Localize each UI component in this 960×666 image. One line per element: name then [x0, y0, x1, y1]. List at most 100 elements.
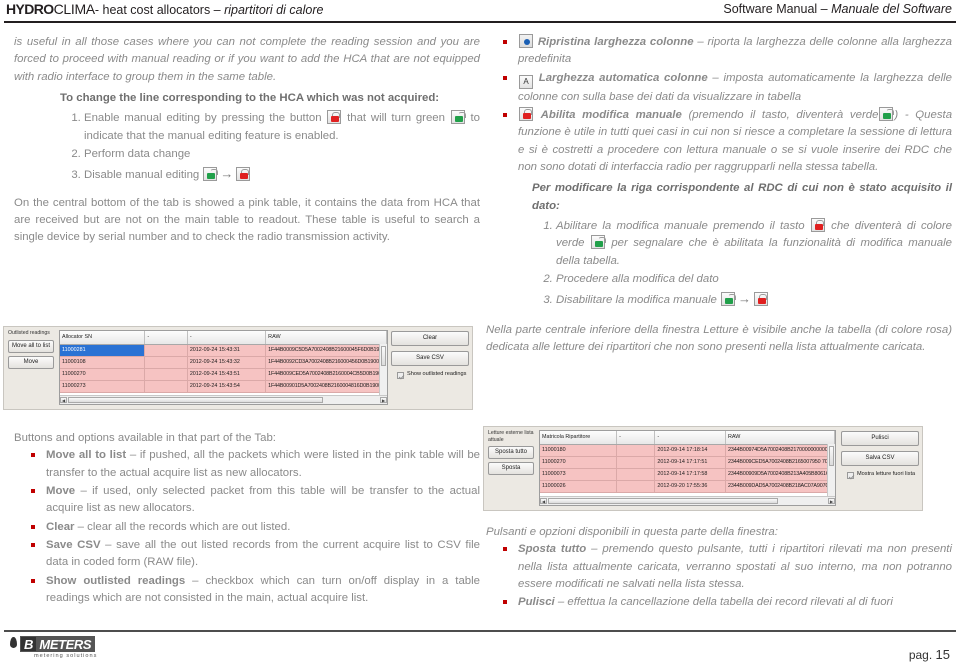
left-buttons-section: Buttons and options available in that pa…	[14, 430, 480, 608]
table-row[interactable]: 11000073 2012-09-14 17:17:58 2344B00909D…	[540, 468, 835, 481]
shot-it-salva-csv-button[interactable]: Salva CSV	[841, 451, 919, 467]
logo-meters-text: METERS	[36, 637, 95, 652]
scroll-right-arrow-icon[interactable]: ▶	[828, 498, 835, 504]
right-column: Ripristina larghezza colonne – riporta l…	[486, 34, 952, 356]
header-brand-tail: - heat cost allocators –	[94, 3, 225, 17]
scroll-left-arrow-icon[interactable]: ◀	[540, 498, 547, 504]
right-step-1-part-a: Abilitare la modifica manuale premendo i…	[556, 219, 805, 232]
auto-column-width-icon: A	[519, 74, 533, 89]
shot-en-save-csv-button[interactable]: Save CSV	[391, 351, 469, 367]
right-steps-list: Abilitare la modifica manuale premendo i…	[486, 217, 952, 310]
arrow-right-icon: →	[737, 291, 751, 307]
left-step-1-part-a: Enable manual editing by pressing the bu…	[84, 112, 322, 125]
shot-it-cell-blank1	[616, 468, 656, 481]
shot-it-cell-sn: 11000270	[540, 456, 618, 469]
list-item: Pulisci – effettua la cancellazione dell…	[486, 594, 952, 611]
page-number: pag. 15	[909, 647, 950, 662]
right-step-3: Disabilitare la modifica manuale →	[556, 289, 952, 309]
shot-it-cell-raw: 2344B00974D5A7002408B2170000000000000000…	[725, 444, 835, 457]
shot-en-header-row: Allocator SN - - RAW	[60, 331, 387, 345]
shot-en-checkbox-label: Show outlisted readings	[407, 371, 467, 378]
shot-it-cell-raw: 2344B00909D5A7002408B213A405B8061C070000…	[725, 468, 835, 481]
list-item: Move – if used, only selected packet fro…	[14, 483, 480, 518]
header-divider	[4, 21, 956, 23]
page-number-prefix: pag.	[908, 648, 936, 662]
list-item: A Larghezza automatica colonne – imposta…	[486, 70, 952, 106]
logo-drop-icon	[10, 637, 17, 648]
shot-it-col-blank1[interactable]: -	[616, 431, 656, 445]
checkbox-checked-icon[interactable]	[397, 372, 404, 380]
shot-it-cell-datetime: 2012-09-14 17:17:58	[654, 468, 727, 481]
table-row[interactable]: 11000026 2012-09-20 17:55:36 2344B009DAD…	[540, 480, 835, 493]
shot-en-clear-button[interactable]: Clear	[391, 331, 469, 347]
shot-en-side-label: Outlisted readings	[8, 330, 50, 336]
list-item: Sposta tutto – premendo questo pulsante,…	[486, 541, 952, 593]
right-howto-title: Per modificare la riga corrispondente al…	[532, 182, 952, 212]
shot-it-grid[interactable]: Matricola Ripartitore - - RAW 11000180 2…	[539, 430, 836, 506]
shot-it-cell-datetime: 2012-09-14 17:18:14	[654, 444, 727, 457]
table-row[interactable]: 11000281 2012-09-24 15:43:31 1F44B0009C5…	[60, 344, 387, 357]
shot-en-cell-blank1	[144, 380, 188, 393]
list-item: Abilita modifica manuale (premendo il ta…	[486, 106, 952, 176]
left-step-1: Enable manual editing by pressing the bu…	[84, 110, 480, 145]
shot-en-cell-sn: 11000281	[60, 344, 146, 357]
lock-closed-red-icon	[519, 106, 533, 121]
shot-it-col-matricola[interactable]: Matricola Ripartitore	[540, 431, 618, 445]
scroll-left-arrow-icon[interactable]: ◀	[60, 397, 67, 403]
table-row[interactable]: 11000180 2012-09-14 17:18:14 2344B00974D…	[540, 444, 835, 457]
lock-open-green-icon	[590, 235, 606, 250]
list-item: Clear – clear all the records which are …	[14, 519, 480, 536]
left-step-1-part-b: that will turn green	[347, 112, 445, 125]
table-row[interactable]: 11000273 2012-09-24 15:43:54 1F44B00901D…	[60, 380, 387, 393]
shot-it-cell-blank1	[616, 456, 656, 469]
shot-it-sposta-button[interactable]: Sposta	[488, 462, 534, 476]
shot-en-col-sn[interactable]: Allocator SN	[60, 331, 146, 345]
scrollbar-thumb[interactable]	[68, 397, 324, 403]
shot-en-move-all-button[interactable]: Move all to list	[8, 339, 54, 353]
left-bullet-0-label: Move all to list	[46, 449, 127, 462]
shot-en-col-blank1[interactable]: -	[144, 331, 188, 345]
shot-it-side-panel: Letture esterne lista attuale Sposta tut…	[486, 429, 536, 508]
shot-it-cell-raw: 2344B009CED5A7002408B2165007950 7CE07000…	[725, 456, 835, 469]
lock-closed-red-icon	[236, 167, 251, 182]
left-bullet-list: Move all to list – if pushed, all the pa…	[14, 447, 480, 607]
shot-it-vertical-scrollbar[interactable]	[827, 444, 835, 497]
shot-en-horizontal-scrollbar[interactable]: ◀ ▶	[60, 395, 387, 404]
scroll-right-arrow-icon[interactable]: ▶	[380, 397, 387, 403]
shot-en-cell-sn: 11000273	[60, 380, 146, 393]
table-row[interactable]: 11000108 2012-09-24 15:43:32 1F44B0092CD…	[60, 356, 387, 369]
right-step-1: Abilitare la modifica manuale premendo i…	[556, 217, 952, 270]
scrollbar-thumb[interactable]	[381, 346, 386, 366]
list-item: Move all to list – if pushed, all the pa…	[14, 447, 480, 482]
logo-tagline: metering solutions	[34, 653, 98, 659]
checkbox-checked-icon[interactable]	[847, 472, 854, 480]
shot-it-col-blank2[interactable]: -	[654, 431, 727, 445]
brand-hydro: HYDRO	[6, 1, 54, 17]
shot-en-col-blank2[interactable]: -	[187, 331, 267, 345]
shot-en-move-button[interactable]: Move	[8, 355, 54, 369]
left-bullet-3-label: Save CSV	[46, 538, 101, 551]
scrollbar-thumb[interactable]	[548, 498, 779, 504]
shot-en-show-outlisted-checkbox[interactable]: Show outlisted readings	[391, 371, 469, 380]
lock-open-green-icon	[450, 110, 466, 125]
left-steps-list: Enable manual editing by pressing the bu…	[14, 110, 480, 184]
shot-en-cell-datetime: 2012-09-24 15:43:54	[187, 380, 267, 393]
table-row[interactable]: 11000270 2012-09-14 17:17:51 2344B009CED…	[540, 456, 835, 469]
scrollbar-thumb[interactable]	[829, 446, 834, 466]
right-step-2: Procedere alla modifica del dato	[556, 271, 952, 288]
shot-en-vertical-scrollbar[interactable]	[379, 344, 387, 396]
shot-it-mostra-letture-checkbox[interactable]: Mostra letture fuori lista	[841, 471, 919, 480]
shot-en-grid[interactable]: Allocator SN - - RAW 11000281 2012-09-24…	[59, 330, 388, 405]
left-step-2: Perform data change	[84, 146, 480, 163]
table-row[interactable]: 11000270 2012-09-24 15:43:51 1F44B009CED…	[60, 368, 387, 381]
header-brand: HYDROCLIMA- heat cost allocators – ripar…	[6, 1, 323, 17]
shot-it-sposta-tutto-button[interactable]: Sposta tutto	[488, 446, 534, 460]
shot-en-col-raw[interactable]: RAW	[265, 331, 387, 345]
list-item: Save CSV – save all the out listed recor…	[14, 537, 480, 572]
shot-it-horizontal-scrollbar[interactable]: ◀ ▶	[540, 496, 835, 505]
screenshot-letture-esterne-it: Letture esterne lista attuale Sposta tut…	[483, 426, 923, 511]
list-item: Ripristina larghezza colonne – riporta l…	[486, 34, 952, 69]
shot-it-pulisci-button[interactable]: Pulisci	[841, 431, 919, 447]
shot-it-col-raw[interactable]: RAW	[725, 431, 835, 445]
shot-en-cell-raw: 1F44B00901D5A7002408B2160004816D0B190000…	[265, 380, 387, 393]
